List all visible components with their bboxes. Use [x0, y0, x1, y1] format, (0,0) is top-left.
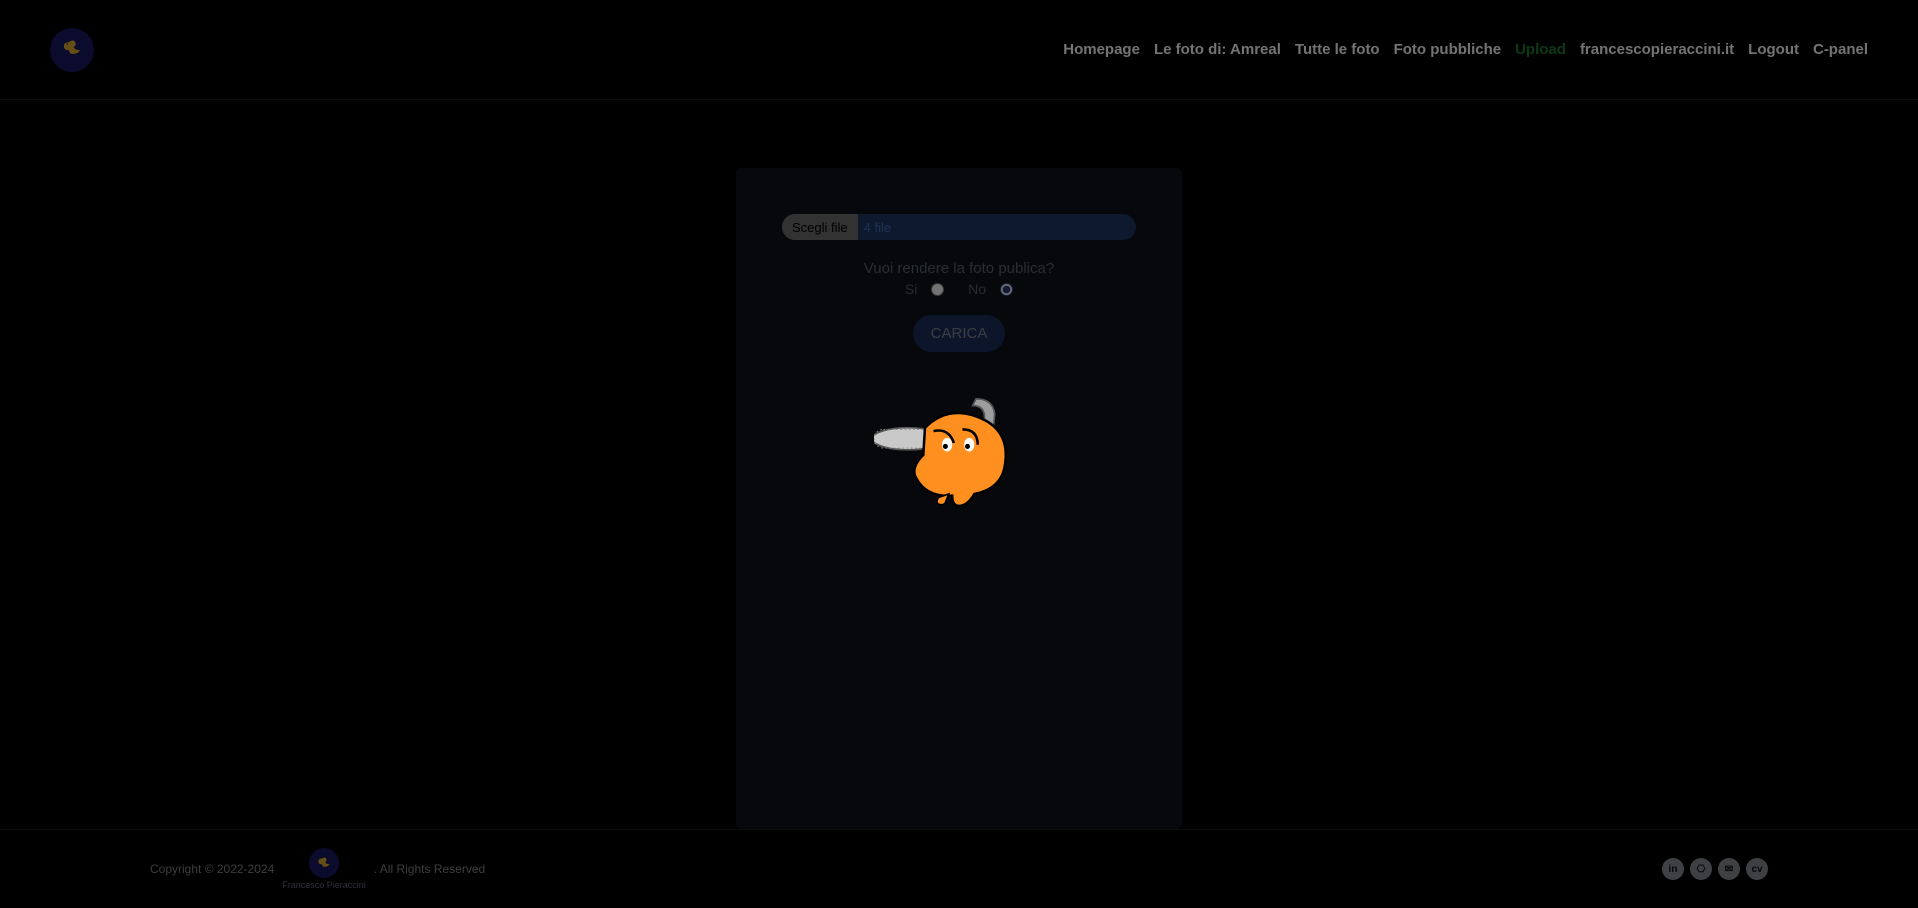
file-status-text: 4 file [858, 220, 1136, 235]
nav-link-homepage[interactable]: Homepage [1063, 41, 1140, 58]
nav-link-tutte-le-foto[interactable]: Tutte le foto [1295, 41, 1380, 58]
mail-icon[interactable]: ✉ [1718, 858, 1740, 880]
nav-link-c-panel[interactable]: C-panel [1813, 41, 1868, 58]
nav-link-foto-pubbliche[interactable]: Foto pubbliche [1394, 41, 1501, 58]
nav-link-logout[interactable]: Logout [1748, 41, 1799, 58]
public-question: Vuoi rendere la foto publica? [766, 260, 1152, 277]
radio-no-label: No [968, 281, 986, 297]
main: Scegli file 4 file Vuoi rendere la foto … [0, 100, 1918, 829]
choose-file-button[interactable]: Scegli file [782, 214, 858, 240]
submit-button[interactable]: CARICA [913, 315, 1006, 352]
footer: Copyright © 2022-2024 Francesco Pieracci… [0, 829, 1918, 908]
upload-card: Scegli file 4 file Vuoi rendere la foto … [736, 168, 1182, 829]
cv-icon[interactable]: cv [1746, 858, 1768, 880]
duck-icon [59, 34, 85, 65]
radio-yes-label: Si [905, 281, 917, 297]
in-icon[interactable]: in [1662, 858, 1684, 880]
logo[interactable] [50, 28, 94, 72]
radio-no[interactable] [1000, 283, 1013, 296]
footer-left: Copyright © 2022-2024 Francesco Pieracci… [150, 848, 485, 890]
public-radio-group: Si No [766, 281, 1152, 297]
radio-yes[interactable] [931, 283, 944, 296]
social-links: in ⎔ ✉ cv [1662, 858, 1768, 880]
duck-icon [315, 853, 333, 874]
footer-logo[interactable] [309, 848, 339, 878]
copyright-text-2: . All Rights Reserved [374, 862, 485, 876]
header: Homepage Le foto di: Amreal Tutte le foto F… [0, 0, 1918, 100]
main-nav: Homepage Le foto di: Amreal Tutte le foto F… [1063, 41, 1868, 58]
nav-link-le-foto-di-amreal[interactable]: Le foto di: Amreal [1154, 41, 1281, 58]
file-input-row: Scegli file 4 file [782, 214, 1136, 240]
footer-logo-wrap: Francesco Pieraccini [282, 848, 366, 890]
gh-icon[interactable]: ⎔ [1690, 858, 1712, 880]
footer-logo-text: Francesco Pieraccini [282, 880, 366, 890]
nav-link-francescopieraccini-it[interactable]: francescopieraccini.it [1580, 41, 1734, 58]
copyright-text-1: Copyright © 2022-2024 [150, 862, 274, 876]
nav-link-upload[interactable]: Upload [1515, 41, 1566, 58]
